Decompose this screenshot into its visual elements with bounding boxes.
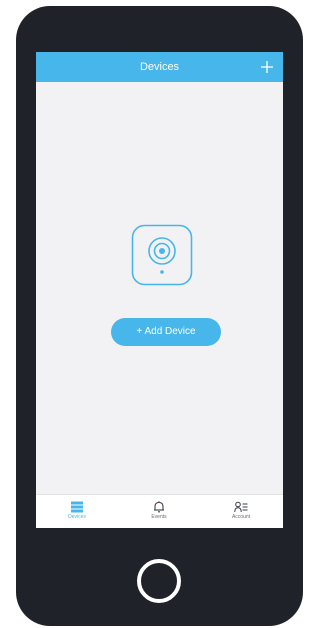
tab-account[interactable]: Account <box>200 495 282 528</box>
phone-frame: Devices + Add Device Devices Events Acco… <box>16 6 303 626</box>
camera-device-icon <box>131 224 193 286</box>
page-title: Devices <box>139 61 180 73</box>
home-button[interactable] <box>137 559 181 603</box>
devices-icon <box>71 501 83 513</box>
add-device-button[interactable]: + Add Device <box>111 318 221 346</box>
tab-account-label: Account <box>231 514 251 520</box>
account-icon <box>234 501 248 513</box>
tab-devices-label: Devices <box>68 514 86 520</box>
tab-events-label: Events <box>151 514 167 520</box>
tab-bar: Devices Events Account <box>36 494 283 528</box>
add-icon[interactable] <box>259 59 275 75</box>
app-screen: Devices + Add Device Devices Events Acco… <box>36 52 283 528</box>
bell-icon <box>154 501 164 513</box>
tab-events[interactable]: Events <box>118 495 200 528</box>
top-bar: Devices <box>36 52 283 82</box>
tab-devices[interactable]: Devices <box>36 495 118 528</box>
